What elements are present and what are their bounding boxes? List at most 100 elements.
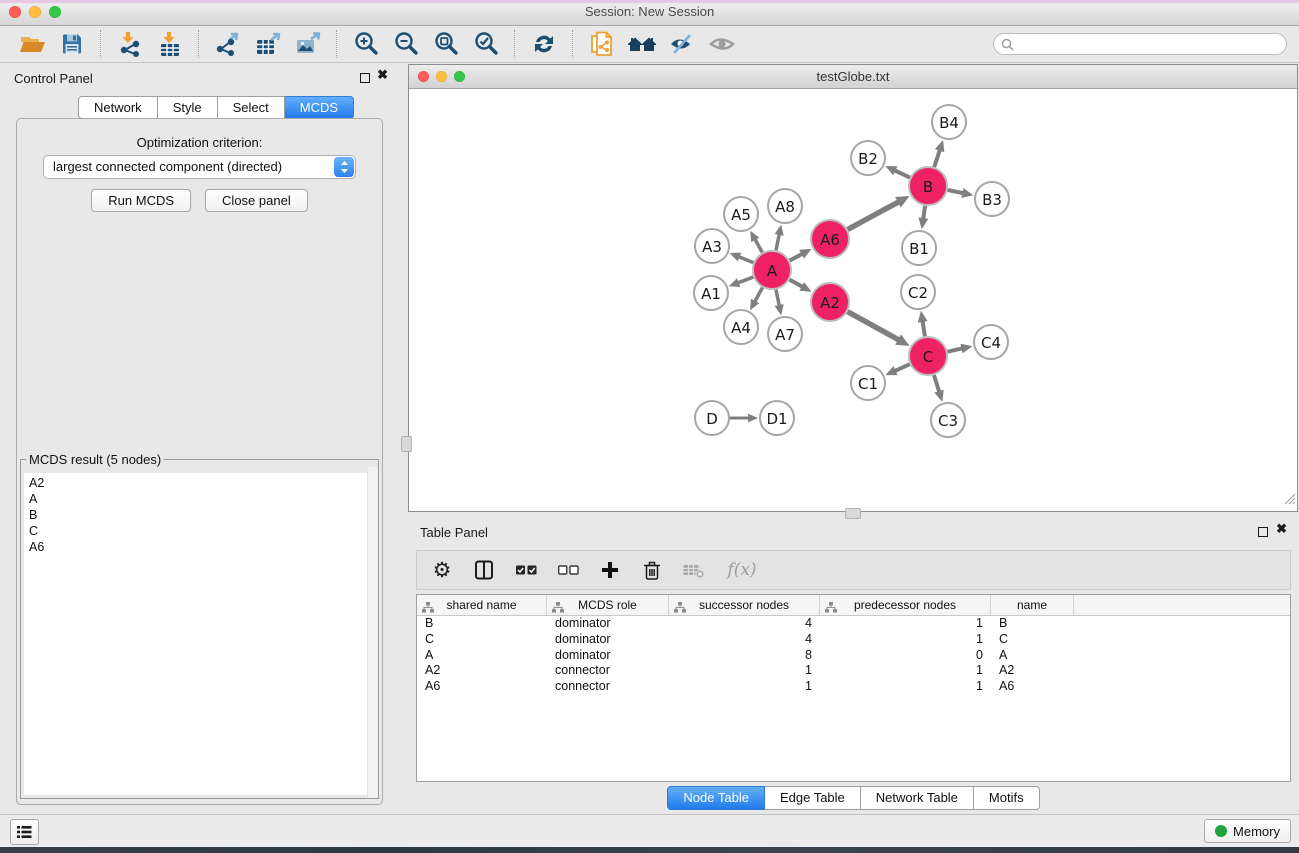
graph-edge-C-C3[interactable] — [934, 375, 939, 392]
tab-select[interactable]: Select — [218, 96, 285, 119]
table-cell[interactable]: 1 — [820, 663, 991, 679]
search-field[interactable] — [993, 33, 1287, 55]
function-builder-button[interactable]: f(x) — [723, 556, 761, 584]
graph-edge-A-A5[interactable] — [755, 239, 762, 253]
table-cell[interactable]: A — [991, 648, 1074, 664]
network-window-titlebar[interactable]: testGlobe.txt — [409, 65, 1297, 89]
table-cell[interactable]: 4 — [669, 616, 820, 632]
tab-edge-table[interactable]: Edge Table — [765, 786, 861, 810]
scrollbar-track[interactable] — [367, 467, 378, 798]
close-table-panel-icon[interactable]: ✖ — [1276, 521, 1287, 537]
graph-edge-C-C4[interactable] — [948, 348, 963, 351]
deselect-all-columns-button[interactable] — [555, 556, 581, 584]
table-cell[interactable]: A2 — [417, 663, 547, 679]
delete-column-button[interactable] — [639, 556, 665, 584]
graph-edge-A-A7[interactable] — [776, 290, 779, 306]
table-cell[interactable]: A6 — [417, 679, 547, 695]
column-layout-button[interactable] — [471, 556, 497, 584]
table-cell[interactable]: dominator — [547, 632, 669, 648]
add-column-button[interactable] — [597, 556, 623, 584]
search-input[interactable] — [1018, 34, 1286, 54]
table-cell[interactable]: 1 — [820, 679, 991, 695]
vertical-splitter-grip[interactable] — [401, 436, 412, 452]
graph-edge-A2-C[interactable] — [848, 312, 899, 340]
graph-edge-A-A3[interactable] — [739, 257, 754, 263]
close-panel-icon[interactable]: ✖ — [377, 67, 388, 83]
column-header-successor-nodes[interactable]: successor nodes — [669, 595, 820, 615]
home-button[interactable] — [625, 29, 659, 59]
import-network-button[interactable] — [113, 29, 147, 59]
table-cell[interactable]: 1 — [820, 616, 991, 632]
export-network-button[interactable] — [211, 29, 245, 59]
import-table-button[interactable] — [153, 29, 187, 59]
table-cell[interactable]: dominator — [547, 616, 669, 632]
float-table-panel-icon[interactable] — [1258, 527, 1268, 537]
table-row[interactable]: A2connector11A2 — [417, 663, 1290, 679]
run-mcds-button[interactable]: Run MCDS — [91, 189, 191, 212]
table-cell[interactable]: A2 — [991, 663, 1074, 679]
tab-node-table[interactable]: Node Table — [667, 786, 765, 810]
zoom-selected-button[interactable] — [469, 29, 503, 59]
save-session-button[interactable] — [55, 29, 89, 59]
graph-edge-B-B3[interactable] — [948, 190, 964, 193]
tab-network[interactable]: Network — [78, 96, 158, 119]
export-image-button[interactable] — [291, 29, 325, 59]
table-row[interactable]: Cdominator41C — [417, 632, 1290, 648]
tab-network-table[interactable]: Network Table — [861, 786, 974, 810]
mcds-result-item[interactable]: A6 — [24, 539, 375, 555]
table-cell[interactable]: C — [417, 632, 547, 648]
table-cell[interactable]: connector — [547, 679, 669, 695]
graph-edge-C-C1[interactable] — [895, 364, 910, 371]
delete-table-button[interactable] — [681, 556, 707, 584]
tab-style[interactable]: Style — [158, 96, 218, 119]
table-row[interactable]: Bdominator41B — [417, 616, 1290, 632]
table-cell[interactable]: 1 — [669, 679, 820, 695]
memory-button[interactable]: Memory — [1204, 819, 1291, 843]
table-cell[interactable]: C — [991, 632, 1074, 648]
export-table-button[interactable] — [251, 29, 285, 59]
network-canvas[interactable]: B4B2BB3B1A5A8A6A3AA1A2C2A4A7C4CC1C3DD1 — [409, 89, 1297, 511]
refresh-layout-button[interactable] — [527, 29, 561, 59]
table-cell[interactable]: 0 — [820, 648, 991, 664]
table-cell[interactable]: A — [417, 648, 547, 664]
table-settings-button[interactable]: ⚙ — [429, 556, 455, 584]
show-panels-button[interactable] — [705, 29, 739, 59]
graph-edge-A-A6[interactable] — [790, 254, 803, 261]
zoom-fit-button[interactable] — [429, 29, 463, 59]
float-panel-icon[interactable] — [360, 73, 370, 83]
tab-mcds[interactable]: MCDS — [285, 96, 354, 119]
close-panel-button[interactable]: Close panel — [205, 189, 308, 212]
graph-edge-A-A2[interactable] — [790, 280, 803, 287]
zoom-in-button[interactable] — [349, 29, 383, 59]
table-cell[interactable]: 8 — [669, 648, 820, 664]
table-row[interactable]: A6connector11A6 — [417, 679, 1290, 695]
table-cell[interactable]: 4 — [669, 632, 820, 648]
network-file-button[interactable] — [585, 29, 619, 59]
select-all-columns-button[interactable] — [513, 556, 539, 584]
graph-edge-A-A1[interactable] — [738, 277, 754, 283]
graph-edge-C-C2[interactable] — [923, 321, 925, 336]
table-cell[interactable]: A6 — [991, 679, 1074, 695]
graph-edge-A-A8[interactable] — [776, 234, 779, 250]
graph-edge-B-B1[interactable] — [923, 206, 925, 219]
column-header-MCDS-role[interactable]: MCDS role — [547, 595, 669, 615]
open-session-button[interactable] — [15, 29, 49, 59]
table-cell[interactable]: 1 — [669, 663, 820, 679]
table-cell[interactable]: 1 — [820, 632, 991, 648]
graph-edge-A-A4[interactable] — [755, 288, 763, 302]
column-header-name[interactable]: name — [991, 595, 1074, 615]
mcds-result-item[interactable]: C — [24, 523, 375, 539]
column-header-shared-name[interactable]: shared name — [417, 595, 547, 615]
table-cell[interactable]: connector — [547, 663, 669, 679]
hide-panels-button[interactable] — [665, 29, 699, 59]
table-row[interactable]: Adominator80A — [417, 648, 1290, 664]
table-cell[interactable]: B — [417, 616, 547, 632]
tab-motifs[interactable]: Motifs — [974, 786, 1040, 810]
mcds-result-item[interactable]: A2 — [24, 473, 375, 491]
mcds-result-item[interactable]: A — [24, 491, 375, 507]
table-cell[interactable]: dominator — [547, 648, 669, 664]
resize-grip-icon[interactable] — [1283, 492, 1296, 510]
graph-edge-B-B2[interactable] — [894, 170, 909, 177]
optimization-criterion-select[interactable]: largest connected component (directed) — [43, 155, 356, 179]
zoom-out-button[interactable] — [389, 29, 423, 59]
